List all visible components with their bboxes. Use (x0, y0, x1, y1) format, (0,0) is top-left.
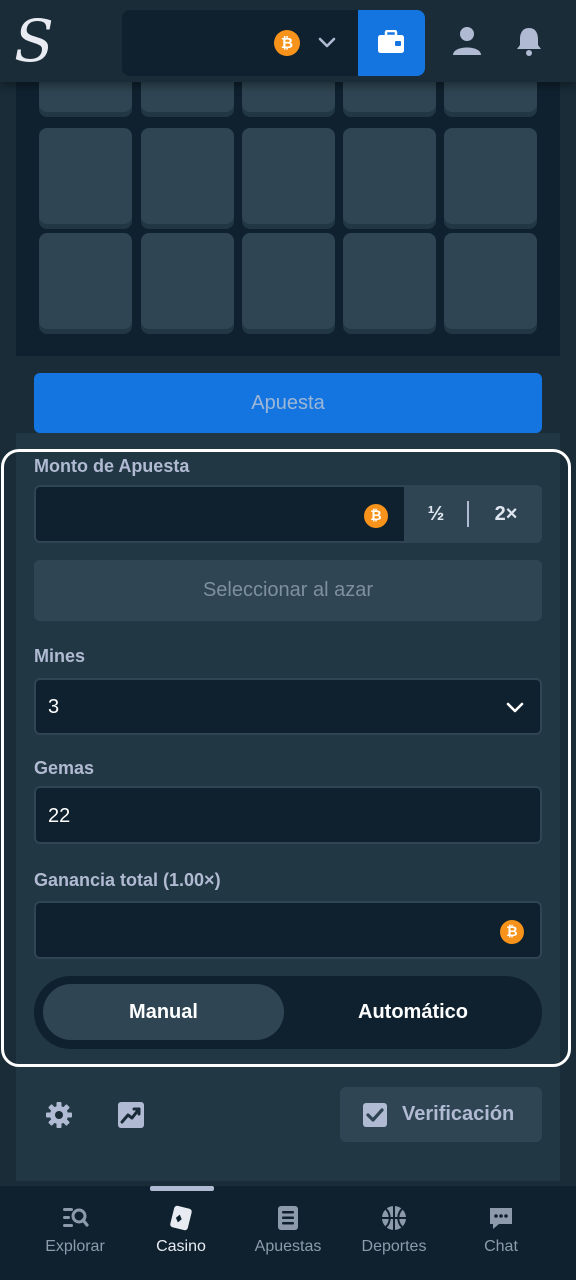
chat-icon (490, 1208, 512, 1229)
nav-item-chat[interactable]: Chat (451, 1204, 551, 1274)
gems-value: 22 (48, 805, 71, 827)
tile[interactable] (242, 82, 335, 112)
bitcoin-icon: ₿ (364, 504, 388, 528)
basketball-icon (382, 1206, 406, 1230)
bell-icon[interactable] (512, 24, 546, 58)
random-pick-button[interactable]: Seleccionar al azar (34, 560, 542, 621)
mines-select[interactable]: 3 (34, 678, 542, 735)
half-button[interactable]: ½ (404, 485, 468, 543)
active-indicator (150, 1186, 214, 1191)
nav-label: Apuestas (254, 1238, 322, 1255)
chevron-down-icon (506, 702, 524, 713)
mines-value: 3 (48, 696, 60, 718)
verification-label: Verificación (402, 1103, 515, 1125)
gear-icon[interactable] (45, 1101, 73, 1129)
user-icon[interactable] (450, 24, 484, 58)
tile[interactable] (39, 128, 132, 224)
tile[interactable] (141, 82, 234, 112)
tile[interactable] (343, 128, 436, 224)
tab-manual[interactable]: Manual (43, 984, 284, 1040)
wallet-icon (378, 30, 404, 53)
nav-item-casino[interactable]: Casino (131, 1204, 231, 1274)
bitcoin-icon: ₿ (274, 30, 300, 56)
nav-item-explorar[interactable]: Explorar (25, 1204, 125, 1274)
wallet-selector[interactable]: ₿ (122, 10, 358, 76)
bet-amount-input[interactable]: ₿ (34, 485, 406, 543)
tile[interactable] (39, 82, 132, 112)
profit-field: ₿ (34, 901, 542, 959)
verification-button[interactable]: Verificación (340, 1087, 542, 1142)
explore-icon (63, 1208, 89, 1227)
nav-label: Casino (156, 1238, 206, 1255)
bitcoin-icon: ₿ (500, 920, 524, 944)
top-bar: S ₿ (0, 0, 576, 82)
mines-label: Mines (34, 646, 86, 666)
tile[interactable] (242, 233, 335, 329)
mode-toggle: Manual Automático (34, 976, 542, 1049)
nav-label: Deportes (361, 1238, 427, 1255)
nav-label: Chat (484, 1238, 518, 1255)
tile[interactable] (343, 233, 436, 329)
bet-button[interactable]: Apuesta (34, 373, 542, 433)
nav-item-apuestas[interactable]: Apuestas (238, 1204, 338, 1274)
tile[interactable] (39, 233, 132, 329)
tile[interactable] (343, 82, 436, 112)
chevron-down-icon (318, 37, 336, 48)
casino-cards-icon (170, 1205, 192, 1231)
wallet-button[interactable] (358, 10, 425, 76)
nav-label: Explorar (45, 1238, 105, 1255)
amount-modifiers: ½ 2× (404, 485, 542, 543)
mines-board (16, 82, 560, 356)
logo[interactable]: S (12, 8, 56, 74)
tile[interactable] (242, 128, 335, 224)
tile[interactable] (444, 82, 537, 112)
double-button[interactable]: 2× (470, 485, 542, 543)
gems-label: Gemas (34, 758, 95, 778)
tile[interactable] (444, 233, 537, 329)
tile[interactable] (141, 128, 234, 224)
stats-chart-icon[interactable] (117, 1101, 145, 1129)
tab-automatic[interactable]: Automático (288, 984, 538, 1040)
shield-check-icon (363, 1103, 387, 1127)
gems-field: 22 (34, 786, 542, 844)
divider (467, 501, 469, 527)
nav-item-deportes[interactable]: Deportes (344, 1204, 444, 1274)
tile[interactable] (141, 233, 234, 329)
bottom-nav: Explorar Casino Apuestas Deportes Chat (0, 1186, 576, 1280)
profit-label: Ganancia total (1.00×) (34, 870, 221, 890)
bet-amount-label: Monto de Apuesta (34, 456, 190, 476)
bets-list-icon (278, 1206, 298, 1230)
tile[interactable] (444, 128, 537, 224)
